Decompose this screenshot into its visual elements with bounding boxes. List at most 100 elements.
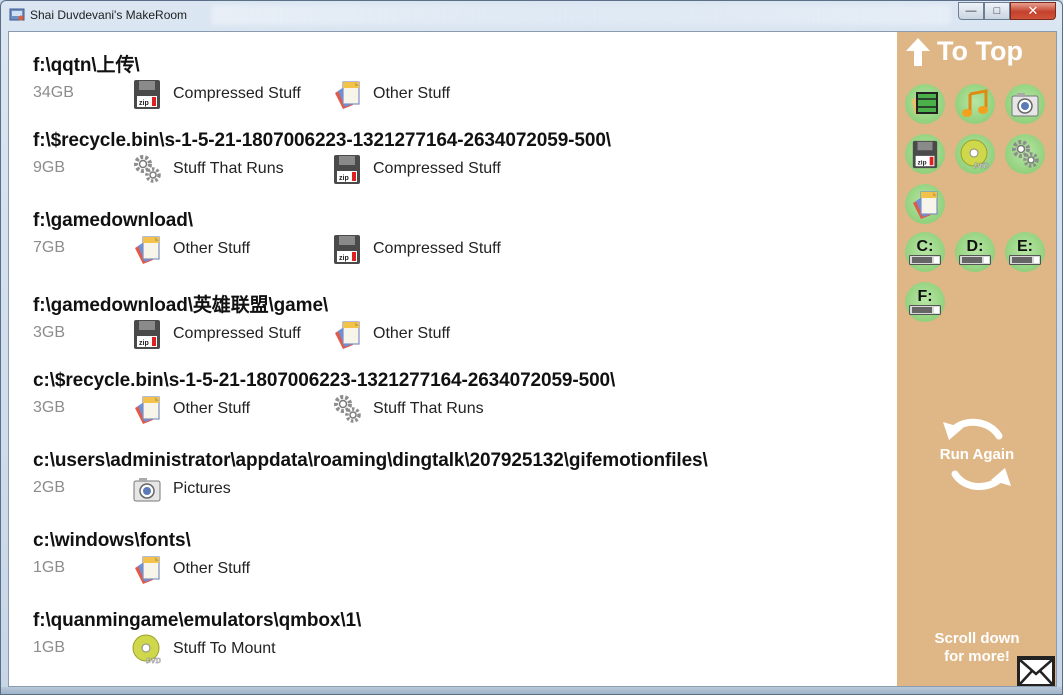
camera-icon: [1009, 88, 1041, 120]
category-label: Stuff That Runs: [173, 160, 284, 177]
hard-drive-icon: [909, 305, 941, 315]
folder-path[interactable]: f:\quanmingame\emulators\qmbox\1\: [33, 610, 361, 632]
filter-video-button[interactable]: [905, 84, 945, 124]
category-tag[interactable]: Compressed Stuff: [331, 233, 501, 265]
category-tag[interactable]: Other Stuff: [131, 393, 250, 425]
category-label: Other Stuff: [373, 85, 451, 102]
folder-size: 2GB: [33, 479, 66, 496]
category-label: Stuff That Runs: [373, 400, 484, 417]
app-window: Shai Duvdevani's MakeRoom — □ ✕ f:\qqtn\…: [0, 0, 1063, 695]
result-entry[interactable]: f:\qqtn\上传\ 34GB Compressed Stuff Other …: [33, 50, 450, 110]
filter-pictures-button[interactable]: [1005, 84, 1045, 124]
category-label: Compressed Stuff: [173, 325, 301, 342]
feedback-button[interactable]: [1017, 656, 1055, 686]
drive-d-button[interactable]: D:: [955, 232, 995, 272]
category-tag[interactable]: Other Stuff: [131, 553, 250, 585]
run-again-label: Run Again: [939, 446, 1015, 463]
category-label: Other Stuff: [173, 560, 251, 577]
documents-icon: [131, 233, 163, 265]
result-entry[interactable]: f:\gamedownload\ 7GB Other Stuff Compres…: [33, 210, 501, 265]
result-entry[interactable]: f:\$recycle.bin\s-1-5-21-1807006223-1321…: [33, 130, 611, 185]
zip-floppy-icon: [331, 153, 363, 185]
hard-drive-icon: [1009, 255, 1041, 265]
results-list[interactable]: f:\qqtn\上传\ 34GB Compressed Stuff Other …: [9, 32, 897, 686]
result-entry[interactable]: c:\users\administrator\appdata\roaming\d…: [33, 450, 708, 505]
scroll-hint-line1: Scroll down: [934, 630, 1020, 647]
video-icon: [909, 88, 941, 120]
category-tag[interactable]: Compressed Stuff: [131, 318, 301, 350]
category-label: Other Stuff: [373, 325, 451, 342]
sidebar: To Top C: D: E: F: Run Again Scroll down…: [897, 32, 1056, 686]
filter-compressed-button[interactable]: [905, 134, 945, 174]
minimize-button[interactable]: —: [958, 2, 984, 20]
envelope-icon: [1019, 659, 1053, 685]
music-icon: [959, 88, 991, 120]
category-tag[interactable]: Other Stuff: [131, 233, 250, 265]
window-title: Shai Duvdevani's MakeRoom: [30, 8, 188, 22]
zip-floppy-icon: [910, 139, 940, 169]
client-area: f:\qqtn\上传\ 34GB Compressed Stuff Other …: [8, 31, 1057, 687]
maximize-button[interactable]: □: [984, 2, 1010, 20]
window-bottom-border: [1, 687, 1062, 694]
category-label: Compressed Stuff: [373, 240, 501, 257]
folder-size: 1GB: [33, 559, 66, 576]
title-bar-glass: [211, 5, 951, 25]
folder-path[interactable]: c:\users\administrator\appdata\roaming\d…: [33, 450, 708, 472]
run-again-button[interactable]: Run Again: [927, 412, 1027, 496]
documents-icon: [331, 78, 363, 110]
category-tag[interactable]: Compressed Stuff: [331, 153, 501, 185]
drive-e-button[interactable]: E:: [1005, 232, 1045, 272]
gears-icon: [331, 393, 363, 425]
documents-icon: [331, 318, 363, 350]
app-icon: [9, 8, 25, 21]
category-tag[interactable]: Stuff That Runs: [331, 393, 484, 425]
documents-icon: [909, 188, 941, 220]
folder-size: 9GB: [33, 159, 66, 176]
folder-path[interactable]: c:\windows\fonts\: [33, 530, 191, 552]
hard-drive-icon: [909, 255, 941, 265]
category-tag[interactable]: Compressed Stuff: [131, 78, 301, 110]
filter-mount-button[interactable]: [955, 134, 995, 174]
title-bar[interactable]: Shai Duvdevani's MakeRoom — □ ✕: [1, 1, 1062, 30]
filter-music-button[interactable]: [955, 84, 995, 124]
filter-runs-button[interactable]: [1005, 134, 1045, 174]
drive-f-button[interactable]: F:: [905, 282, 945, 322]
folder-path[interactable]: f:\gamedownload\: [33, 210, 193, 232]
result-entry[interactable]: c:\$recycle.bin\s-1-5-21-1807006223-1321…: [33, 370, 615, 425]
dvd-icon: [959, 138, 991, 170]
category-tag[interactable]: Stuff That Runs: [131, 153, 284, 185]
category-tag[interactable]: Pictures: [131, 473, 231, 505]
folder-path[interactable]: c:\$recycle.bin\s-1-5-21-1807006223-1321…: [33, 370, 615, 392]
maximize-icon: □: [993, 5, 1001, 17]
folder-path[interactable]: f:\$recycle.bin\s-1-5-21-1807006223-1321…: [33, 130, 611, 152]
folder-path[interactable]: f:\qqtn\上传\: [33, 50, 140, 77]
category-tag[interactable]: Stuff To Mount: [131, 633, 276, 665]
result-entry[interactable]: f:\gamedownload\英雄联盟\game\ 3GB Compresse…: [33, 290, 450, 350]
drive-label: F:: [917, 288, 933, 305]
filter-other-button[interactable]: [905, 184, 945, 224]
zip-floppy-icon: [131, 78, 163, 110]
close-button[interactable]: ✕: [1010, 2, 1056, 20]
drive-label: D:: [966, 238, 984, 255]
close-icon: ✕: [1027, 3, 1039, 18]
result-entry[interactable]: c:\windows\fonts\ 1GB Other Stuff: [33, 530, 250, 585]
to-top-button[interactable]: To Top: [905, 36, 1023, 67]
zip-floppy-icon: [131, 318, 163, 350]
folder-size: 1GB: [33, 639, 66, 656]
category-tag[interactable]: Other Stuff: [331, 78, 450, 110]
folder-size: 3GB: [33, 324, 66, 341]
zip-floppy-icon: [331, 233, 363, 265]
documents-icon: [131, 393, 163, 425]
minimize-icon: —: [965, 5, 977, 17]
camera-icon: [131, 473, 163, 505]
folder-path[interactable]: f:\gamedownload\英雄联盟\game\: [33, 290, 328, 317]
gears-icon: [131, 153, 163, 185]
category-label: Pictures: [173, 480, 231, 497]
result-entry[interactable]: f:\quanmingame\emulators\qmbox\1\ 1GB St…: [33, 610, 361, 665]
drive-label: E:: [1017, 238, 1033, 255]
folder-size: 34GB: [33, 84, 74, 101]
to-top-label: To Top: [937, 36, 1023, 66]
category-tag[interactable]: Other Stuff: [331, 318, 450, 350]
folder-size: 7GB: [33, 239, 66, 256]
drive-c-button[interactable]: C:: [905, 232, 945, 272]
